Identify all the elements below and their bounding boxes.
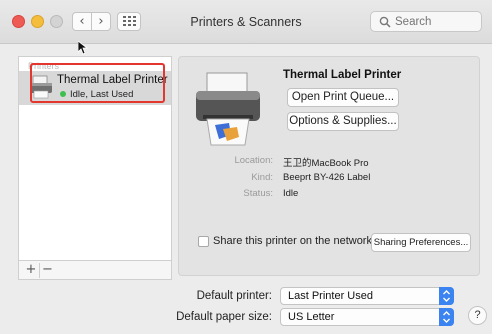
default-printer-select[interactable]: Last Printer Used	[280, 287, 454, 305]
status-value: Idle	[283, 188, 299, 199]
detail-printer-name: Thermal Label Printer	[283, 69, 402, 81]
add-printer-button[interactable]: +	[23, 263, 39, 278]
options-supplies-button[interactable]: Options & Supplies...	[287, 112, 399, 131]
default-paper-size-label: Default paper size:	[176, 311, 272, 323]
default-printer-value: Last Printer Used	[288, 290, 373, 302]
search-icon	[379, 16, 391, 28]
selection-highlight	[30, 63, 165, 103]
help-button[interactable]: ?	[468, 306, 487, 325]
location-value: 王卫的MacBook Pro	[283, 158, 369, 169]
kind-value: Beeprt BY-426 Label	[283, 172, 371, 183]
search-input[interactable]	[395, 14, 479, 29]
list-footer: + −	[18, 260, 172, 280]
share-printer-checkbox[interactable]	[198, 236, 209, 247]
default-printer-label: Default printer:	[196, 290, 272, 302]
title-bar: ‹ › Printers & Scanners	[0, 0, 492, 44]
select-arrows-icon	[439, 308, 454, 326]
default-paper-size-value: US Letter	[288, 311, 335, 323]
share-printer-label[interactable]: Share this printer on the network	[213, 235, 372, 247]
mouse-pointer-icon	[78, 41, 88, 55]
default-paper-size-select[interactable]: US Letter	[280, 308, 454, 326]
search-field[interactable]	[370, 11, 482, 32]
printer-detail-pane: Thermal Label Printer Open Print Queue..…	[178, 56, 480, 276]
kind-label: Kind:	[251, 172, 273, 183]
status-label: Status:	[243, 188, 273, 199]
large-printer-icon	[196, 72, 260, 146]
select-arrows-icon	[439, 287, 454, 305]
open-print-queue-button[interactable]: Open Print Queue...	[287, 88, 399, 107]
remove-printer-button[interactable]: −	[39, 263, 55, 278]
sharing-preferences-button[interactable]: Sharing Preferences...	[371, 233, 471, 252]
location-label: Location:	[234, 155, 273, 166]
